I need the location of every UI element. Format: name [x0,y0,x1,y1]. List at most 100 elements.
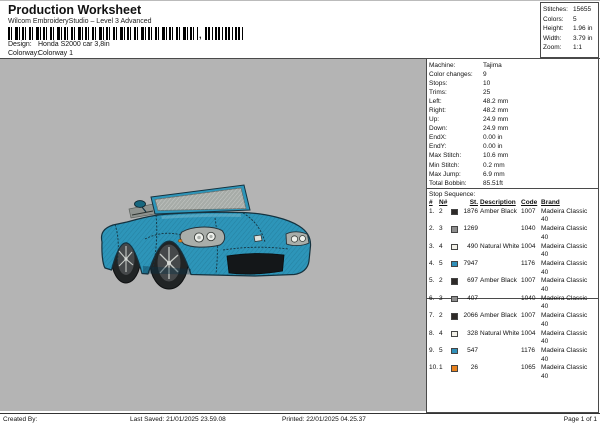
machine-info-section: Machine: Tajima Color changes: 9 Stops: 10 … [427,59,598,189]
production-worksheet-page: Production Worksheet Wilcom EmbroiderySt… [0,0,600,424]
stop-num: 1. [429,207,435,215]
thread-swatch [451,243,458,251]
col-brand: Brand [541,199,560,206]
barcode [8,27,198,40]
thread-swatch [451,226,458,233]
stat-height: Height: 1.96 in [543,24,598,34]
machine-row: Max Stitch: 10.6 mm [429,151,596,160]
stop-num: 5. [429,277,435,285]
thread-swatch [451,208,458,216]
stop-table-header: # N# St. Description Code Brand [429,199,596,208]
machine-row: Machine: Tajima [429,61,596,70]
page-title: Production Worksheet [8,3,142,17]
machine-label: Right: [429,107,446,115]
machine-label: Min Stitch: [429,161,460,169]
thread-brand: Madeira Classic 40 [541,277,588,294]
stitch-count: 1876 [463,207,478,215]
col-stitches: St. [469,199,478,206]
stat-label: Zoom: [543,44,562,52]
headlight-left [179,226,226,248]
machine-value: 0.00 in [483,143,503,151]
thread-description [480,260,521,277]
thread-description: Amber Black [480,277,517,285]
colorway-value: Colorway 1 [38,50,74,57]
thread-swatch [451,260,458,268]
machine-row: EndY: 0.00 in [429,142,596,151]
machine-row: Up: 24.9 mm [429,115,596,124]
machine-value: 25 [483,89,491,97]
thread-description: Amber Black [480,207,517,215]
stat-label: Height: [543,25,564,33]
machine-label: Up: [429,116,440,124]
machine-value: 10.6 mm [483,152,509,160]
colorway-label: Colorway: [8,50,40,57]
stat-label: Width: [543,34,562,42]
machine-row: Max Jump: 6.9 mm [429,170,596,179]
col-needle: N# [439,199,448,206]
stat-value: 15655 [573,6,592,13]
thread-code: 1004 [521,242,536,250]
side-marker [178,239,183,243]
machine-value: 24.9 mm [483,116,509,124]
needle-num: 4 [439,242,443,250]
created-by-label: Created By: [3,416,38,423]
thread-swatch [451,278,458,285]
machine-value: Tajima [483,62,502,69]
windshield [150,184,251,215]
machine-label: EndX: [429,134,447,142]
thread-brand: Madeira Classic 40 [541,225,588,241]
table-row: 4. 5 7947 1176 Madeira Classic 40 [429,260,596,277]
thread-code: 1007 [521,207,536,215]
footer: Created By: Last Saved: 21/01/2025 23.59… [0,413,600,424]
design-stats-box: Stitches: 15655 Colors: 5 Height: 1.96 in W… [540,2,599,58]
machine-label: Stops: [429,80,448,88]
stat-value: 3.79 in [573,34,593,42]
table-row: 2. 3 1269 1040 Madeira Classic 40 [429,225,596,242]
stat-stitches: Stitches: 15655 [543,5,598,15]
embroidery-design-car [100,184,312,290]
stat-label: Colors: [543,15,564,23]
page-number: Page 1 of 1 [563,416,597,423]
stat-width: Width: 3.79 in [543,34,598,44]
machine-value: 24.9 mm [483,125,509,133]
stat-value: 5 [573,15,577,23]
machine-row: Stops: 10 [429,79,596,88]
stat-label: Stitches: [543,6,568,13]
machine-row: Min Stitch: 0.2 mm [429,161,596,170]
machine-row: Left: 48.2 mm [429,97,596,106]
machine-label: Color changes: [429,71,473,79]
grille [226,253,285,275]
honda-badge [253,234,263,242]
stitch-count: 697 [467,277,478,285]
stat-value: 1:1 [573,44,583,52]
machine-label: Max Stitch: [429,152,462,160]
machine-value: 9 [483,71,487,79]
barcode-separator: , [199,30,202,40]
stop-num: 4. [429,259,435,267]
barcode-checksum-bars [205,27,243,40]
machine-row: Total Bobbin: 85.51ft [429,179,596,188]
thread-code: 1007 [521,277,536,285]
machine-label: Max Jump: [429,170,461,178]
thread-brand: Madeira Classic 40 [541,242,588,259]
info-panel: Machine: Tajima Color changes: 9 Stops: 10 … [426,58,599,413]
table-row: 1. 2 1876 Amber Black 1007 Madeira Classic 40 [429,208,596,225]
col-code: Code [521,199,538,206]
machine-row: Color changes: 9 [429,70,596,79]
thread-description [480,225,521,242]
machine-value: 10 [483,80,491,88]
printed-label: Printed: 22/01/2025 04.25.37 [282,416,366,423]
needle-num: 5 [439,259,443,267]
machine-value: 48.2 mm [483,107,509,115]
stat-colors: Colors: 5 [543,15,598,25]
thread-brand: Madeira Classic 40 [541,207,588,224]
thread-description: Natural White [480,242,520,250]
design-label: Design: [8,41,32,48]
needle-num: 2 [439,277,443,285]
panel-empty-area [427,299,598,412]
app-subtitle: Wilcom EmbroideryStudio – Level 3 Advanc… [8,18,152,25]
machine-label: Trims: [429,89,447,97]
stat-value: 1.96 in [573,25,593,33]
machine-row: Trims: 25 [429,88,596,97]
design-canvas [0,59,426,411]
